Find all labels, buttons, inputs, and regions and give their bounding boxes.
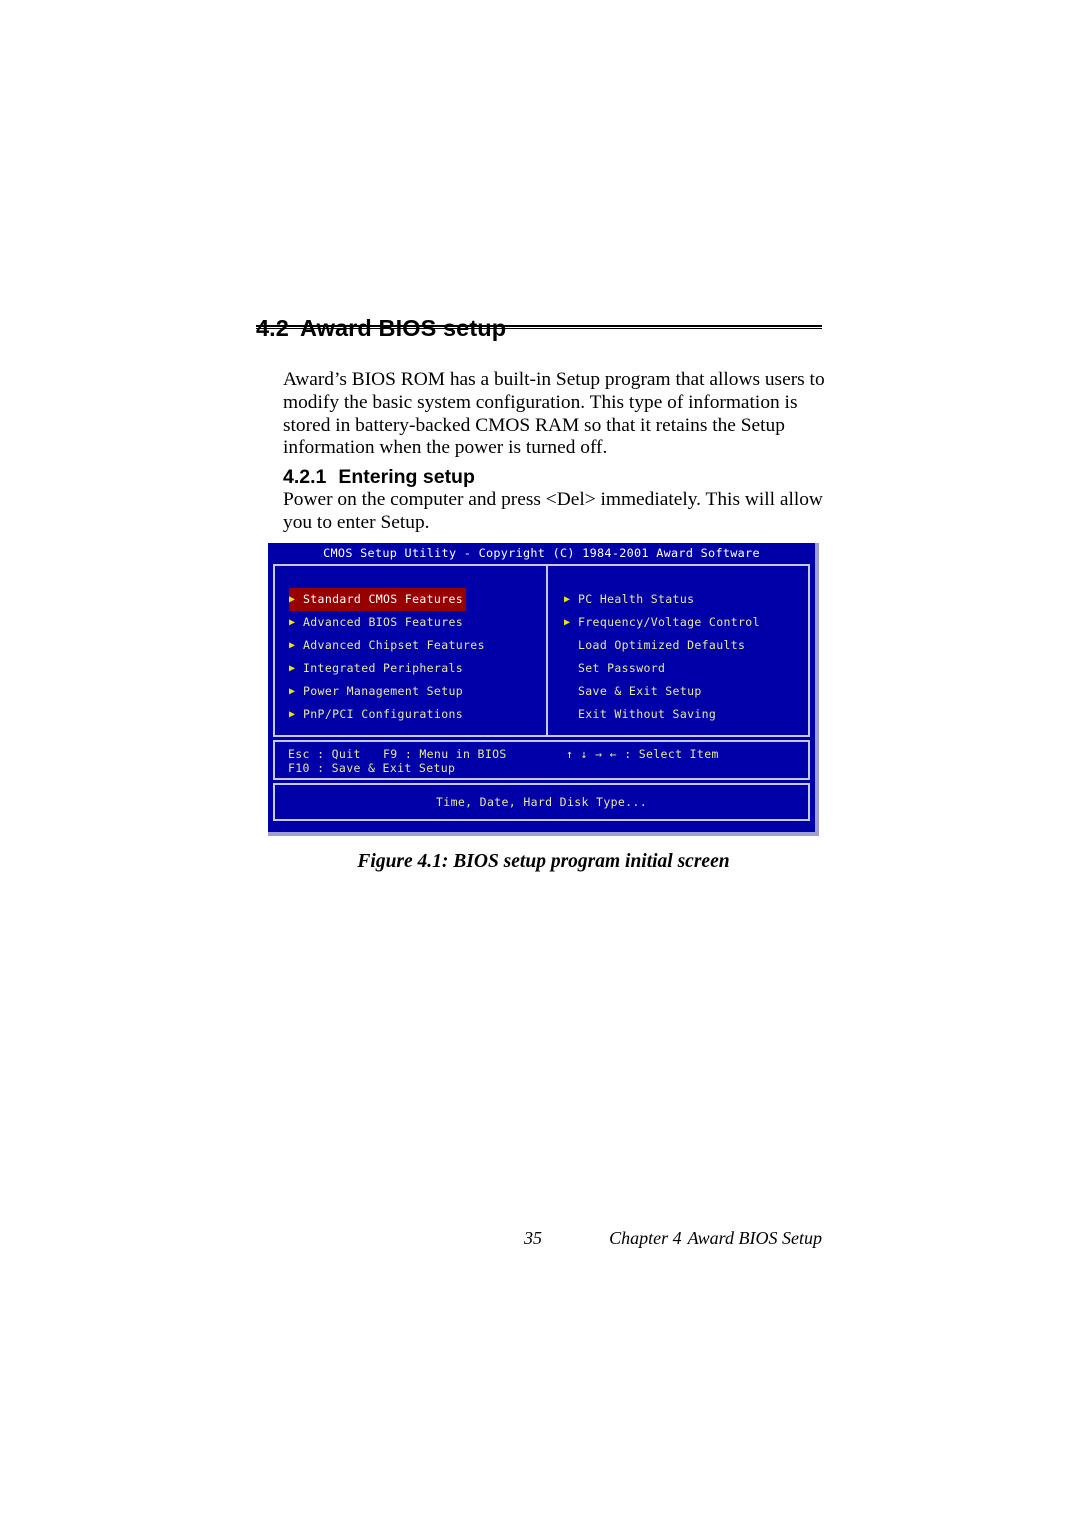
bios-menu-item-label: Standard CMOS Features [303,592,464,606]
figure-caption: Figure 4.1: BIOS setup program initial s… [357,851,730,872]
bios-menu-item-label: Load Optimized Defaults [578,638,746,652]
bios-menu-item[interactable]: ▶ PnP/PCI Configurations [289,703,466,726]
help-select-item: ↑ ↓ → ← : Select Item [566,747,719,761]
triangle-right-icon: ▶ [289,617,296,628]
bios-help-line-2: F10 : Save & Exit Setup [288,761,808,775]
bios-menu-item[interactable]: ▶ Power Management Setup [289,680,466,703]
bios-menu-item[interactable]: ▶Exit Without Saving [564,703,719,726]
document-page: 4.2 Award BIOS setup Award’s BIOS ROM has… [0,0,1080,1528]
help-f9-menu: F9 : Menu in BIOS [383,747,507,761]
triangle-right-icon: ▶ [289,709,296,720]
bios-menu-item-label: Frequency/Voltage Control [578,615,760,629]
triangle-right-icon: ▶ [289,663,296,674]
bios-menu-item[interactable]: ▶ Advanced Chipset Features [289,634,488,657]
footer-chapter-label: Chapter 4 [609,1228,682,1248]
triangle-right-icon: ▶ [564,634,578,657]
bios-help-panel: Esc : Quit F9 : Menu in BIOS ↑ ↓ → ← : S… [273,740,810,780]
bios-menu-item-label: Exit Without Saving [578,707,717,721]
subsection-number: 4.2.1 [283,465,327,488]
bios-status-text: Time, Date, Hard Disk Type... [436,795,647,809]
bios-menu-item[interactable]: ▶ Standard CMOS Features [289,588,467,611]
bios-menu-column-left: ▶ Standard CMOS Features ▶ Advanced BIOS Fe… [275,566,548,735]
entering-setup-paragraph: Power on the computer and press <Del> im… [283,489,823,533]
footer-chapter-title: Award BIOS Setup [687,1228,822,1248]
bios-menu-item-label: Advanced BIOS Features [303,615,464,629]
triangle-right-icon: ▶ [289,594,296,605]
section-heading-rule [256,325,822,329]
subsection-title: Entering setup [338,465,475,488]
bios-menu-item-label: PC Health Status [578,592,695,606]
bios-menu-item-label: Integrated Peripherals [303,661,464,675]
bios-title-bar: CMOS Setup Utility - Copyright (C) 1984-… [323,546,760,560]
bios-menu-item-label: PnP/PCI Configurations [303,707,464,721]
bios-menu-item[interactable]: ▶Save & Exit Setup [564,680,705,703]
bios-menu-item[interactable]: ▶Set Password [564,657,668,680]
bios-menu-item-label: Power Management Setup [303,684,464,698]
bios-menu-item[interactable]: ▶ PC Health Status [564,588,697,611]
bios-menu-column-right: ▶ PC Health Status ▶ Frequency/Voltage Cont… [548,566,808,735]
triangle-right-icon: ▶ [564,617,571,628]
bios-help-line-1: Esc : Quit F9 : Menu in BIOS ↑ ↓ → ← : S… [288,747,808,761]
bios-setup-screen: CMOS Setup Utility - Copyright (C) 1984-… [268,543,819,836]
bios-menu-item[interactable]: ▶ Frequency/Voltage Control [564,611,763,634]
footer-page-number: 35 [524,1228,542,1248]
subsection-heading: 4.2.1 Entering setup [283,466,475,489]
bios-status-panel: Time, Date, Hard Disk Type... [273,783,810,821]
bios-menu-item[interactable]: ▶ Integrated Peripherals [289,657,466,680]
footer-chapter: Chapter 4 Award BIOS Setup [609,1228,822,1249]
triangle-right-icon: ▶ [289,640,296,651]
bios-menu-item[interactable]: ▶Load Optimized Defaults [564,634,748,657]
triangle-right-icon: ▶ [564,703,578,726]
bios-main-menu-panel: ▶ Standard CMOS Features ▶ Advanced BIOS Fe… [273,564,810,737]
bios-menu-item-label: Advanced Chipset Features [303,638,485,652]
bios-menu-item-label: Set Password [578,661,666,675]
help-f10-save-exit: F10 : Save & Exit Setup [288,761,456,775]
triangle-right-icon: ▶ [289,686,296,697]
triangle-right-icon: ▶ [564,594,571,605]
triangle-right-icon: ▶ [564,657,578,680]
bios-menu-item[interactable]: ▶ Advanced BIOS Features [289,611,466,634]
intro-paragraph: Award’s BIOS ROM has a built-in Setup pr… [283,369,825,459]
bios-menu-item-label: Save & Exit Setup [578,684,702,698]
help-esc-quit: Esc : Quit [288,747,361,761]
triangle-right-icon: ▶ [564,680,578,703]
